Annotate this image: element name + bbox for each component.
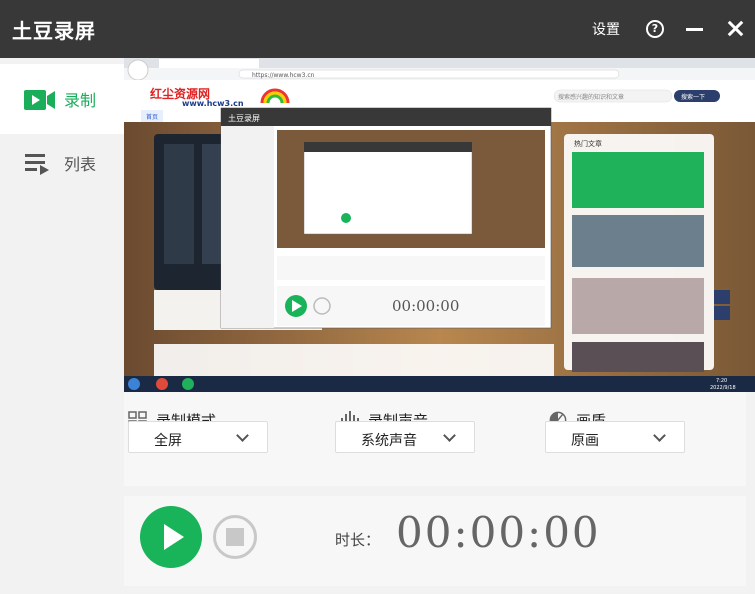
recording-mode-select[interactable]: 全屏 bbox=[128, 421, 268, 453]
recording-audio-value: 系统声音 bbox=[361, 433, 417, 449]
start-recording-button[interactable] bbox=[140, 506, 202, 568]
recording-mode-value: 全屏 bbox=[154, 433, 182, 449]
stop-recording-button[interactable] bbox=[213, 515, 257, 559]
settings-button[interactable]: 设置 bbox=[592, 19, 620, 39]
preview-image: https://www.hcw3.cn 红尘资源网 www.hcw3.cn 搜索… bbox=[124, 58, 755, 392]
sidebar-item-label: 列表 bbox=[64, 155, 97, 174]
minimize-icon[interactable] bbox=[686, 19, 704, 39]
search-placeholder: 搜索感兴趣的知识和文章 bbox=[558, 93, 624, 101]
title-bar: 土豆录屏 设置 ? bbox=[0, 0, 755, 58]
chevron-down-icon bbox=[653, 429, 666, 442]
recording-settings: 录制模式 全屏 录制声音 系统声音 画质 原画 bbox=[124, 392, 746, 486]
quality-select[interactable]: 原画 bbox=[545, 421, 685, 453]
sidebar-item-record[interactable]: 录制 bbox=[0, 64, 124, 134]
list-play-icon bbox=[25, 154, 49, 175]
taskbar-date: 2022/9/18 bbox=[710, 385, 736, 391]
app-title: 土豆录屏 bbox=[12, 19, 96, 43]
recording-controls: 时长： 00:00:00 bbox=[124, 496, 746, 586]
duration-value: 00:00:00 bbox=[396, 508, 601, 557]
svg-text:00:00:00: 00:00:00 bbox=[392, 297, 459, 315]
taskbar-time: 7:20 bbox=[716, 378, 727, 384]
chevron-down-icon bbox=[443, 429, 456, 442]
screen-preview: https://www.hcw3.cn 红尘资源网 www.hcw3.cn 搜索… bbox=[124, 58, 755, 392]
duration-label: 时长： bbox=[335, 531, 381, 549]
search-button: 搜索一下 bbox=[681, 93, 705, 101]
quality-value: 原画 bbox=[571, 433, 599, 449]
help-icon[interactable]: ? bbox=[646, 20, 664, 38]
recording-audio-select[interactable]: 系统声音 bbox=[335, 421, 475, 453]
sidebar: 录制 列表 bbox=[0, 58, 124, 594]
chevron-down-icon bbox=[236, 429, 249, 442]
site-domain: www.hcw3.cn bbox=[182, 99, 244, 108]
hot-articles-title: 热门文章 bbox=[574, 139, 602, 148]
close-icon[interactable] bbox=[724, 18, 746, 40]
sidebar-item-list[interactable]: 列表 bbox=[0, 128, 124, 198]
video-camera-icon bbox=[24, 90, 55, 110]
sidebar-item-label: 录制 bbox=[64, 91, 97, 110]
inner-app-title: 土豆录屏 bbox=[228, 113, 260, 123]
site-nav-home: 首页 bbox=[146, 113, 158, 121]
browser-url: https://www.hcw3.cn bbox=[252, 72, 315, 79]
